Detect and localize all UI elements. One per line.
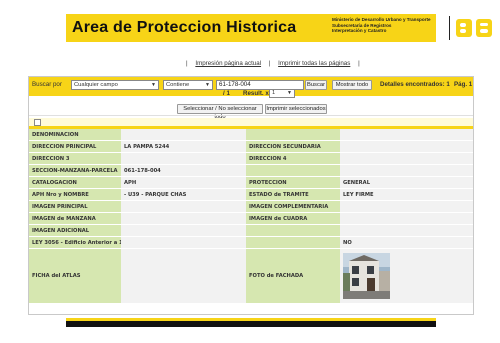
atlas-label: FICHA del ATLAS [29,248,121,304]
field-value [340,164,473,177]
field-value: LEY FIRME [340,188,473,201]
ministry-line-1: Ministerio de Desarrollo Urbano y Transp… [332,17,431,22]
field-value [340,140,473,153]
field-value: 061-178-004 [121,164,246,177]
table-row: SECCION-MANZANA-PARCELA 061-178-004 [29,164,473,177]
results-per-page-select[interactable]: 1 ▼ [269,89,295,98]
ba-logo-icon [456,19,492,37]
field-label: IMAGEN COMPLEMENTARIA [246,200,340,213]
table-row: LEY 3056 - Edificio Anterior a 1941 NO [29,236,473,249]
field-label: DIRECCION PRINCIPAL [29,140,121,153]
field-value [121,152,246,165]
page-total: / 1 [223,90,230,97]
divider [29,115,473,116]
field-label: SECCION-MANZANA-PARCELA [29,164,121,177]
selection-actions: Seleccionar / No seleccionar todo Imprim… [29,103,473,120]
field-value [121,212,246,225]
field-label [246,164,340,177]
details-found: Detalles encontrados: 1 [380,81,450,88]
mode-select[interactable]: Contiene ▼ [163,80,213,90]
field-value: NO [340,236,473,249]
chevron-down-icon: ▼ [151,82,156,88]
field-value: APH [121,176,246,189]
print-selected-button[interactable]: Imprimir seleccionados [265,104,327,114]
field-value [340,200,473,213]
field-value [340,212,473,225]
print-all-pages-link[interactable]: Imprimir todas las páginas [278,60,350,67]
table-row: IMAGEN ADICIONAL [29,224,473,237]
link-separator: | [186,60,188,67]
field-label: DIRECCION SECUNDARIA [246,140,340,153]
field-value [121,224,246,237]
facade-photo-cell [340,248,473,304]
field-value [340,152,473,165]
search-by-label: Buscar por [32,81,62,88]
record-table: DENOMINACION DIRECCION PRINCIPAL LA PAMPA … [29,129,473,304]
field-label [246,224,340,237]
header-divider [449,16,450,40]
field-value: GENERAL [340,176,473,189]
table-row: FICHA del ATLAS FOTO de FACHADA [29,248,473,304]
field-label: IMAGEN de CUADRA [246,212,340,225]
field-label: ESTADO de TRAMITE [246,188,340,201]
results-panel: Buscar por Cualquier campo ▼ Contiene ▼ … [28,76,474,315]
search-bar: Buscar por Cualquier campo ▼ Contiene ▼ … [29,77,473,98]
print-links: | Impresión página actual | Imprimir tod… [180,60,366,67]
field-value [121,200,246,213]
field-value: - U39 - PARQUE CHAS [121,188,246,201]
field-label: DIRECCION 4 [246,152,340,165]
field-select-value: Cualquier campo [74,82,118,88]
ministry-text: Ministerio de Desarrollo Urbano y Transp… [332,17,440,34]
field-label: PROTECCION [246,176,340,189]
field-value [121,236,246,249]
page-number: Pág. 1 [454,81,473,88]
table-row: APH Nro y NOMBRE - U39 - PARQUE CHAS ESTAD… [29,188,473,201]
field-label: IMAGEN de MANZANA [29,212,121,225]
table-row: DIRECCION 3 DIRECCION 4 [29,152,473,165]
link-separator: | [358,60,360,67]
page-title: Area de Proteccion Historica [72,19,297,36]
field-label: LEY 3056 - Edificio Anterior a 1941 [29,236,121,249]
field-label: APH Nro y NOMBRE [29,188,121,201]
atlas-value [121,248,246,304]
ba-logo [454,17,500,39]
link-separator: | [268,60,271,67]
field-value [340,129,473,141]
mode-select-value: Contiene [166,82,190,88]
field-select[interactable]: Cualquier campo ▼ [71,80,159,90]
field-label: CATALOGACION [29,176,121,189]
footer-black-line [66,321,436,327]
chevron-down-icon: ▼ [205,82,210,88]
field-label: IMAGEN ADICIONAL [29,224,121,237]
show-all-button[interactable]: Mostrar todo [332,80,372,90]
facade-label: FOTO de FACHADA [246,248,340,304]
table-row: IMAGEN de MANZANA IMAGEN de CUADRA [29,212,473,225]
header-banner: Area de Proteccion Historica Ministerio … [66,14,500,42]
table-row: DIRECCION PRINCIPAL LA PAMPA 5244 DIRECCIO… [29,140,473,153]
record-select-row [29,118,473,126]
facade-photo[interactable] [343,253,390,299]
field-label: IMAGEN PRINCIPAL [29,200,121,213]
record-checkbox[interactable] [34,119,41,126]
table-row: CATALOGACION APH PROTECCION GENERAL [29,176,473,189]
field-label [246,129,340,141]
field-value: LA PAMPA 5244 [121,140,246,153]
field-label [246,236,340,249]
chevron-down-icon: ▼ [287,90,292,96]
table-row: IMAGEN PRINCIPAL IMAGEN COMPLEMENTARIA [29,200,473,213]
toggle-select-all-button[interactable]: Seleccionar / No seleccionar todo [177,104,263,120]
field-value [121,129,246,141]
search-button[interactable]: Buscar [305,80,327,90]
print-current-page-link[interactable]: Impresión página actual [195,60,261,67]
table-row: DENOMINACION [29,129,473,141]
field-label: DENOMINACION [29,129,121,141]
ministry-line-3: Interpretación y Catastro [332,28,387,34]
results-per-page-value: 1 [272,90,276,96]
field-value [340,224,473,237]
field-label: DIRECCION 3 [29,152,121,165]
